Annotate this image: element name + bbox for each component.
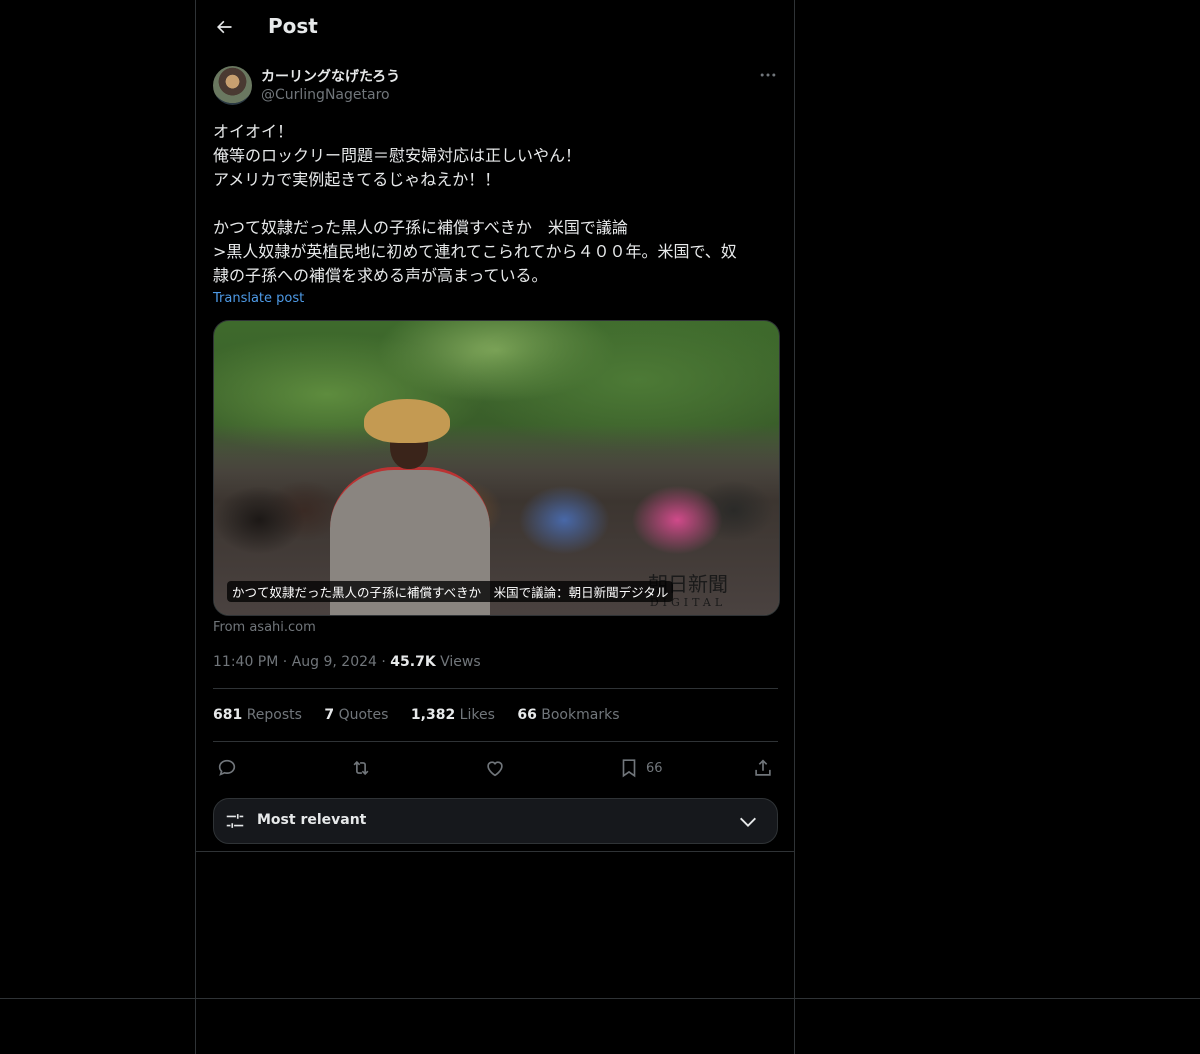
post-meta: 11:40 PM · Aug 9, 2024 · 45.7K Views: [213, 654, 481, 670]
post-text: オイオイ！ 俺等のロックリー問題＝慰安婦対応は正しいやん！ アメリカで実例起きて…: [213, 120, 778, 288]
chevron-down-icon: [740, 817, 756, 827]
translate-post-link[interactable]: Translate post: [213, 291, 304, 306]
post-line: >黒人奴隷が英植民地に初めて連れてこられてから４００年。米国で、奴: [213, 242, 737, 261]
post-line: 俺等のロックリー問題＝慰安婦対応は正しいやん！: [213, 146, 582, 165]
action-bar: 66: [213, 754, 778, 782]
header: Post: [196, 0, 794, 54]
post-stats: 681 Reposts 7 Quotes 1,382 Likes 66 Book…: [213, 707, 637, 723]
meta-dot: ·: [381, 654, 386, 670]
main-column: Post カーリングなげたろう @CurlingNagetaro オイオイ！ 俺…: [195, 0, 795, 1054]
bookmark-icon: [622, 759, 636, 778]
divider: [213, 688, 778, 689]
views-label: Views: [440, 654, 481, 670]
repost-icon: [353, 760, 369, 776]
reply-button[interactable]: [216, 754, 238, 782]
page-title: Post: [268, 14, 318, 38]
card-caption: かつて奴隷だった黒人の子孫に補償すべきか 米国で議論：朝日新聞デジタル: [227, 581, 674, 602]
back-arrow-icon: [217, 20, 232, 34]
post-line: オイオイ！: [213, 122, 294, 141]
reply-sort-dropdown[interactable]: Most relevant: [213, 798, 778, 844]
more-icon: [760, 73, 776, 77]
more-button[interactable]: [756, 64, 780, 86]
quotes-stat[interactable]: 7 Quotes: [324, 707, 388, 723]
card-image-hat: [364, 399, 450, 443]
sliders-icon: [226, 814, 244, 828]
post-line: かつて奴隷だった黒人の子孫に補償すべきか 米国で議論: [213, 218, 628, 237]
author-handle[interactable]: @CurlingNagetaro: [261, 87, 390, 103]
reposts-stat[interactable]: 681 Reposts: [213, 707, 302, 723]
share-button[interactable]: [752, 754, 774, 782]
avatar[interactable]: [213, 66, 252, 105]
divider: [196, 851, 794, 852]
share-icon: [755, 759, 771, 776]
card-source[interactable]: From asahi.com: [213, 620, 316, 635]
link-card[interactable]: 朝日新聞 DIGITAL かつて奴隷だった黒人の子孫に補償すべきか 米国で議論：…: [213, 320, 780, 616]
repost-button[interactable]: [350, 754, 372, 782]
divider: [213, 741, 778, 742]
author-name[interactable]: カーリングなげたろう: [261, 66, 400, 86]
post-line: [213, 192, 778, 216]
bookmark-button[interactable]: 66: [618, 754, 663, 782]
back-button[interactable]: [213, 16, 235, 38]
views-count: 45.7K: [390, 654, 436, 670]
post-date[interactable]: Aug 9, 2024: [292, 654, 377, 670]
post-time[interactable]: 11:40 PM: [213, 654, 278, 670]
sort-label: Most relevant: [257, 812, 367, 828]
bookmarks-stat[interactable]: 66 Bookmarks: [517, 707, 619, 723]
likes-stat[interactable]: 1,382 Likes: [411, 707, 495, 723]
post-line: アメリカで実例起きてるじゃねえか！！: [213, 170, 501, 189]
divider: [0, 998, 1200, 999]
reply-icon: [218, 759, 236, 776]
like-icon: [487, 761, 503, 777]
bookmark-count: 66: [646, 760, 663, 776]
meta-dot: ·: [282, 654, 288, 670]
like-button[interactable]: [484, 754, 506, 782]
post-line: 隷の子孫への補償を求める声が高まっている。: [213, 266, 548, 285]
